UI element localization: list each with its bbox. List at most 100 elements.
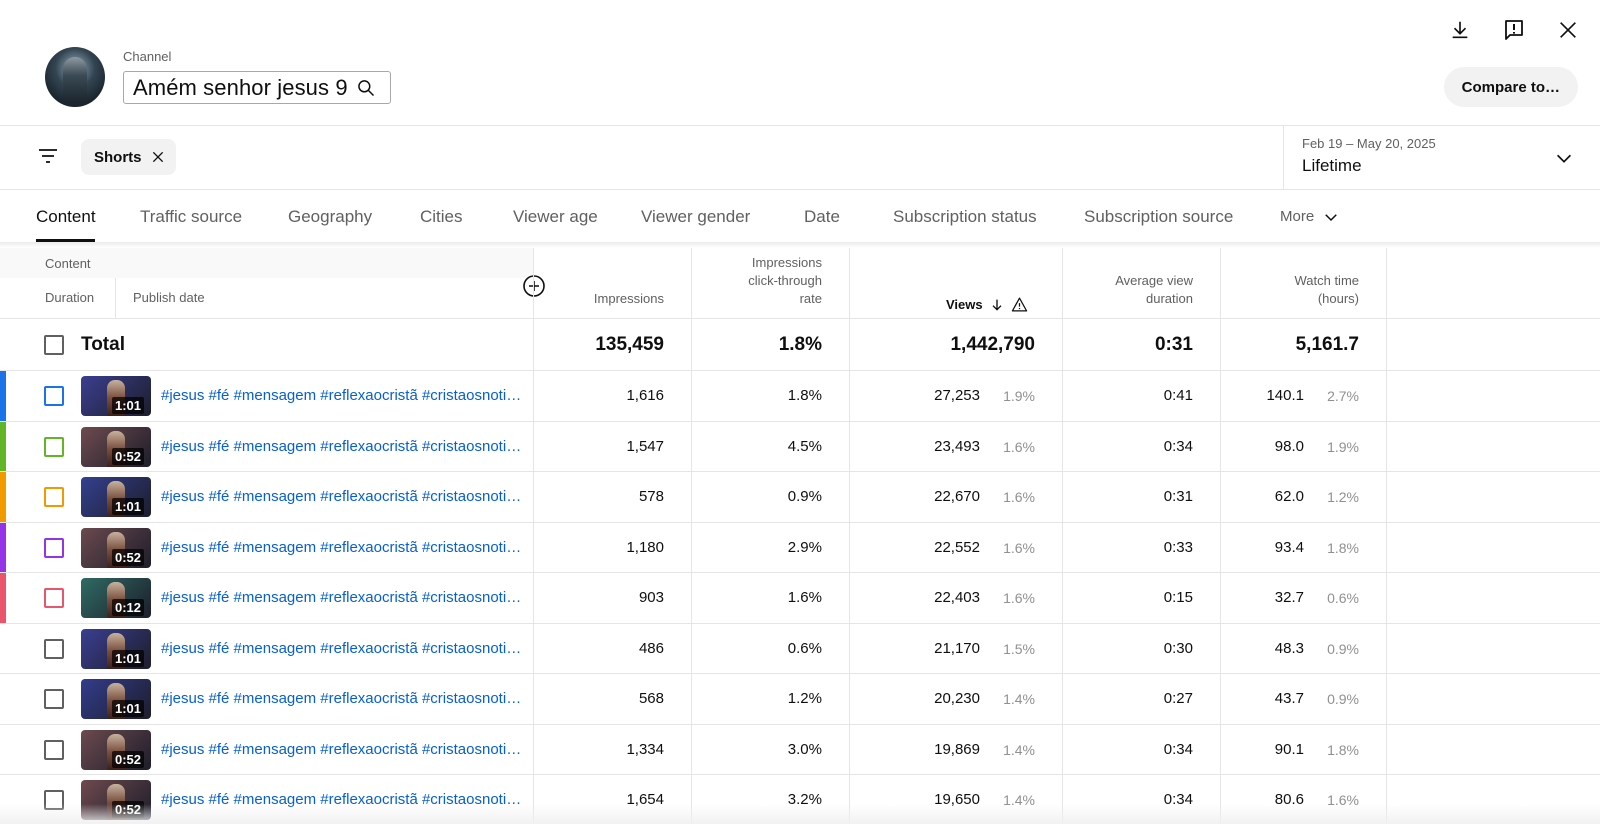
date-range[interactable]: Feb 19 – May 20, 2025 (1302, 136, 1436, 151)
cell-ctr: 0.6% (787, 639, 822, 657)
cell-views-percent: 1.5% (1003, 640, 1035, 657)
header-watch-time[interactable]: Watch time (hours) (1227, 272, 1359, 308)
row-checkbox[interactable] (44, 386, 64, 406)
row-checkbox[interactable] (44, 689, 64, 709)
row-checkbox[interactable] (44, 537, 64, 558)
video-thumbnail[interactable]: 1:01 (81, 679, 151, 719)
tab-content[interactable]: Content (36, 207, 96, 227)
analytics-table: Content Duration Publish date Impression… (0, 248, 1600, 824)
cell-watch-time-percent: 0.9% (1327, 640, 1359, 657)
feedback-button[interactable] (1494, 10, 1534, 50)
cell-views-percent: 1.4% (1003, 691, 1035, 707)
row-checkbox[interactable] (44, 588, 64, 608)
scroll-fade (0, 804, 1600, 824)
video-thumbnail[interactable]: 0:52 (81, 426, 151, 467)
video-thumbnail[interactable]: 0:52 (81, 729, 151, 770)
header-impressions[interactable]: Impressions (540, 290, 664, 308)
header-content[interactable]: Content (45, 256, 91, 271)
cell-avg-view-duration: 0:31 (1163, 488, 1193, 505)
video-title-link[interactable]: #jesus #fé #mensagem #reflexaocristã #cr… (161, 640, 523, 657)
header-avg-view-duration[interactable]: Average view duration (1069, 272, 1193, 308)
cell-avg-view-duration: 0:34 (1163, 740, 1193, 758)
row-checkbox[interactable] (44, 739, 64, 760)
cell-views: 27,253 (934, 387, 980, 404)
cell-watch-time-percent: 1.9% (1327, 438, 1359, 455)
tab-subscription-status[interactable]: Subscription status (893, 207, 1037, 227)
cell-watch-time: 43.7 (1274, 690, 1304, 707)
total-ctr: 1.8% (778, 334, 822, 355)
video-thumbnail[interactable]: 1:01 (81, 628, 151, 669)
tab-date[interactable]: Date (804, 207, 840, 227)
warning-icon[interactable] (1011, 296, 1028, 313)
tab-subscription-source[interactable]: Subscription source (1084, 207, 1233, 227)
header-ctr-line: click-through (748, 273, 822, 288)
tabs: Content Traffic source Geography Cities … (0, 190, 1600, 242)
total-checkbox[interactable] (44, 335, 64, 355)
channel-name: Amém senhor jesus 9 (133, 74, 348, 100)
video-title-link[interactable]: #jesus #fé #mensagem #reflexaocristã #cr… (161, 539, 523, 556)
video-thumbnail[interactable]: 1:01 (81, 376, 151, 416)
row-checkbox[interactable] (44, 487, 64, 507)
video-title-link[interactable]: #jesus #fé #mensagem #reflexaocristã #cr… (161, 488, 523, 505)
video-title-link[interactable]: #jesus #fé #mensagem #reflexaocristã #cr… (161, 589, 523, 606)
tab-more[interactable]: More (1280, 208, 1340, 226)
header-publish-date[interactable]: Publish date (133, 290, 205, 305)
cell-watch-time-percent: 0.9% (1327, 691, 1359, 707)
total-avg-view-duration: 0:31 (1154, 334, 1193, 355)
compare-button[interactable]: Compare to… (1443, 67, 1578, 107)
filter-chip-shorts[interactable]: Shorts (81, 139, 176, 175)
cell-watch-time-percent: 2.7% (1327, 388, 1359, 404)
table-row[interactable]: 1:01 #jesus #fé #mensagem #reflexaocristã… (0, 674, 1600, 724)
row-checkbox[interactable] (44, 436, 64, 457)
cell-impressions: 1,180 (626, 538, 664, 556)
date-period[interactable]: Lifetime (1302, 156, 1362, 176)
cell-avg-view-duration: 0:34 (1163, 437, 1193, 455)
cell-views-percent: 1.4% (1003, 741, 1035, 758)
video-title-link[interactable]: #jesus #fé #mensagem #reflexaocristã #cr… (161, 438, 523, 455)
table-row[interactable]: 0:52 #jesus #fé #mensagem #reflexaocristã… (0, 421, 1600, 472)
video-thumbnail[interactable]: 0:52 (81, 527, 151, 568)
tab-geography[interactable]: Geography (288, 207, 372, 227)
search-icon[interactable] (356, 78, 376, 98)
header-views[interactable]: Views (946, 296, 1028, 313)
channel-search-field[interactable]: Amém senhor jesus 9 (123, 71, 391, 104)
table-row[interactable]: 0:12 #jesus #fé #mensagem #reflexaocristã… (0, 573, 1600, 623)
cell-ctr: 1.6% (787, 589, 822, 606)
cell-ctr: 1.2% (787, 690, 822, 707)
row-checkbox[interactable] (44, 638, 64, 659)
cell-impressions: 578 (638, 488, 664, 505)
cell-avg-view-duration: 0:41 (1163, 387, 1193, 404)
video-title-link[interactable]: #jesus #fé #mensagem #reflexaocristã #cr… (161, 741, 523, 758)
header-ctr-line: Impressions (751, 255, 822, 270)
series-color-bar (0, 472, 6, 522)
tab-cities[interactable]: Cities (420, 207, 463, 227)
header-duration[interactable]: Duration (45, 290, 94, 305)
table-row[interactable]: 1:01 #jesus #fé #mensagem #reflexaocristã… (0, 472, 1600, 522)
filter-icon[interactable] (36, 144, 60, 173)
video-duration: 1:01 (111, 649, 144, 667)
video-title-link[interactable]: #jesus #fé #mensagem #reflexaocristã #cr… (161, 690, 523, 707)
cell-views: 21,170 (934, 639, 980, 657)
cell-views-percent: 1.6% (1003, 590, 1035, 606)
cell-views: 22,403 (934, 589, 980, 606)
chevron-down-icon[interactable] (1553, 147, 1575, 174)
video-thumbnail[interactable]: 0:12 (81, 578, 151, 618)
video-title-link[interactable]: #jesus #fé #mensagem #reflexaocristã #cr… (161, 387, 523, 404)
table-row[interactable]: 1:01 #jesus #fé #mensagem #reflexaocristã… (0, 624, 1600, 674)
close-icon[interactable] (150, 149, 166, 165)
table-row[interactable]: 0:52 #jesus #fé #mensagem #reflexaocristã… (0, 522, 1600, 573)
tab-viewer-age[interactable]: Viewer age (513, 207, 598, 227)
table-row[interactable]: 0:52 #jesus #fé #mensagem #reflexaocristã… (0, 725, 1600, 775)
download-button[interactable] (1440, 10, 1480, 50)
cell-watch-time: 32.7 (1274, 589, 1304, 606)
header-ctr[interactable]: Impressions click-through rate (698, 254, 822, 308)
video-thumbnail[interactable]: 1:01 (81, 477, 151, 517)
table-row[interactable]: 1:01 #jesus #fé #mensagem #reflexaocristã… (0, 371, 1600, 421)
video-duration: 0:52 (111, 750, 144, 768)
cell-ctr: 4.5% (787, 437, 822, 455)
tab-traffic-source[interactable]: Traffic source (140, 207, 242, 227)
cell-views: 22,552 (934, 538, 980, 556)
close-button[interactable] (1548, 10, 1588, 50)
tab-viewer-gender[interactable]: Viewer gender (641, 207, 750, 227)
channel-label: Channel (123, 49, 172, 64)
